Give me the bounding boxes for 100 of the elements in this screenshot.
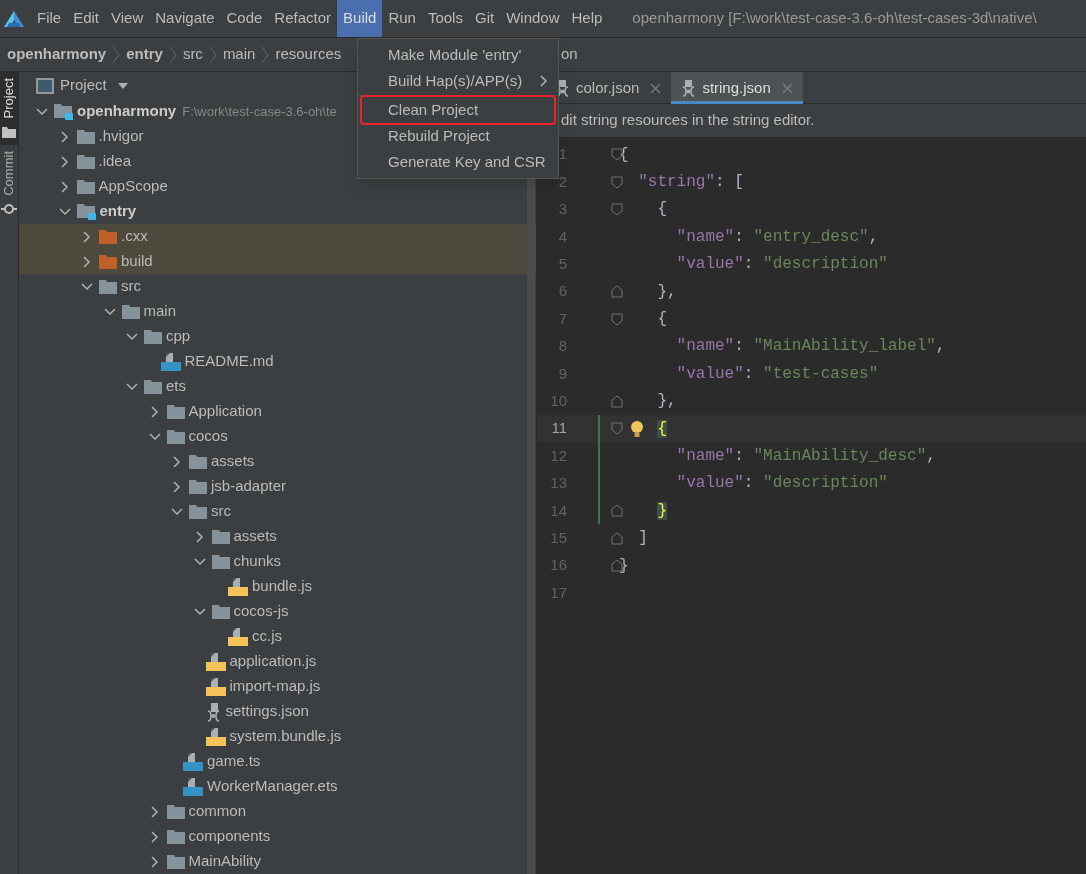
tree-item[interactable]: settings.json: [225, 700, 309, 723]
commit-icon: [1, 202, 17, 217]
light-bulb-icon[interactable]: [630, 420, 644, 438]
line-number: 8: [557, 336, 567, 357]
dropdown-caret-icon[interactable]: [116, 81, 129, 90]
close-icon: [781, 82, 793, 94]
tree-item[interactable]: jsb-adapter: [211, 475, 287, 498]
tree-item[interactable]: game.ts: [207, 750, 261, 773]
breadcrumb-item[interactable]: src: [182, 43, 203, 66]
code-line: "value": "description": [675, 473, 888, 495]
menu-item[interactable]: Git: [468, 0, 501, 37]
menu-item[interactable]: Generate Key and CSR: [362, 149, 554, 175]
tree-item[interactable]: cocos-js: [233, 600, 289, 623]
fold-marker-icon[interactable]: [611, 285, 623, 299]
line-number: 17: [549, 582, 567, 603]
tree-item[interactable]: components: [188, 825, 271, 848]
breadcrumb-item[interactable]: entry: [126, 43, 163, 66]
path-text: F:\work\test-case-3.6-oh\te: [182, 102, 337, 121]
panel-window-icon: [36, 77, 54, 94]
code-line: "value": "description": [675, 254, 888, 276]
tree-item[interactable]: Application: [188, 400, 262, 423]
tree-item[interactable]: assets: [211, 450, 255, 473]
breadcrumb-item[interactable]: on: [561, 43, 578, 66]
line-number: 12: [549, 445, 567, 466]
menu-item[interactable]: Code: [220, 0, 269, 37]
tree-item[interactable]: .idea: [98, 150, 132, 173]
tree-item[interactable]: assets: [233, 525, 277, 548]
menu-item[interactable]: Window: [500, 0, 566, 37]
line-number: 10: [549, 390, 567, 411]
tree-item[interactable]: system.bundle.js: [229, 725, 342, 748]
tree-item[interactable]: ets: [166, 375, 186, 398]
tree-item[interactable]: build: [121, 250, 153, 273]
tree-item[interactable]: bundle.js: [252, 575, 313, 598]
menu-item[interactable]: Run: [382, 0, 422, 37]
close-icon: [650, 82, 662, 94]
chevron-icon: [261, 45, 270, 64]
chevron-icon: [208, 45, 217, 64]
line-number: 11: [550, 418, 567, 439]
code-line: },: [656, 281, 677, 303]
tree-item[interactable]: import-map.js: [229, 675, 321, 698]
tool-window-tab[interactable]: Commit: [0, 145, 18, 223]
code-line: }: [619, 555, 629, 577]
tree-item[interactable]: .cxx: [121, 225, 148, 248]
code-line: {: [656, 199, 667, 221]
tree-item[interactable]: src: [211, 500, 231, 523]
tree-row[interactable]: .cxx: [19, 224, 536, 249]
line-number: 14: [549, 500, 567, 521]
window-title: openharmony [F:\work\test-case-3.6-oh\test-cases-3d\native\: [632, 8, 1037, 29]
tree-item[interactable]: .hvigor: [98, 125, 144, 148]
code-line: "name": "MainAbility_label",: [675, 336, 946, 358]
menu-item[interactable]: Rebuild Project: [362, 123, 554, 149]
tree-item[interactable]: cc.js: [252, 625, 282, 648]
fold-marker-icon[interactable]: [611, 422, 623, 436]
breadcrumb-item[interactable]: openharmony: [7, 43, 107, 66]
line-number: 3: [557, 199, 567, 220]
tree-item[interactable]: openharmony: [77, 100, 177, 123]
code-line: "name": "entry_desc",: [675, 226, 879, 248]
tool-window-tab[interactable]: Project: [0, 72, 18, 146]
chevron-icon: [168, 45, 177, 64]
menu-item[interactable]: Make Module 'entry': [362, 42, 554, 68]
line-number: 2: [557, 171, 567, 192]
line-number: 13: [549, 473, 567, 494]
line-number: 9: [557, 363, 567, 384]
tree-row[interactable]: build: [19, 249, 536, 274]
tree-item[interactable]: MainAbility: [188, 850, 262, 873]
tree-item[interactable]: AppScope: [98, 175, 168, 198]
menu-item[interactable]: Tools: [421, 0, 469, 37]
tree-item[interactable]: cocos: [188, 425, 228, 448]
menu-item[interactable]: Help: [565, 0, 609, 37]
tree-item[interactable]: cpp: [166, 325, 191, 348]
menu-item[interactable]: Navigate: [149, 0, 221, 37]
folder-icon: [1, 124, 17, 140]
breadcrumb-item[interactable]: main: [222, 43, 256, 66]
menu-item[interactable]: Refactor: [268, 0, 338, 37]
tree-item[interactable]: WorkerManager.ets: [207, 775, 338, 798]
menu-item[interactable]: Build: [337, 0, 383, 37]
tree-item[interactable]: src: [121, 275, 141, 298]
tree-item[interactable]: chunks: [233, 550, 282, 573]
menu-item[interactable]: File: [31, 0, 68, 37]
menu-item[interactable]: Edit: [67, 0, 106, 37]
line-number: 6: [557, 281, 567, 302]
fold-marker-icon[interactable]: [611, 394, 623, 408]
breadcrumb-item[interactable]: resources: [275, 43, 342, 66]
tree-item[interactable]: application.js: [229, 650, 317, 673]
tree-item[interactable]: main: [143, 300, 176, 323]
editor-tab[interactable]: string.json: [671, 72, 803, 104]
app-logo-icon: [3, 9, 25, 28]
code-line: },: [656, 391, 677, 413]
tree-item[interactable]: common: [188, 800, 247, 823]
line-number: 15: [549, 527, 567, 548]
fold-marker-icon[interactable]: [611, 312, 623, 326]
menu-item[interactable]: View: [105, 0, 150, 37]
fold-marker-icon[interactable]: [611, 175, 623, 189]
fold-marker-icon[interactable]: [611, 504, 623, 518]
fold-marker-icon[interactable]: [611, 531, 623, 545]
tree-item[interactable]: entry: [99, 200, 137, 223]
fold-marker-icon[interactable]: [611, 202, 623, 216]
tree-item[interactable]: README.md: [184, 350, 274, 373]
line-number: 16: [549, 555, 567, 576]
code-line: {: [656, 309, 667, 331]
